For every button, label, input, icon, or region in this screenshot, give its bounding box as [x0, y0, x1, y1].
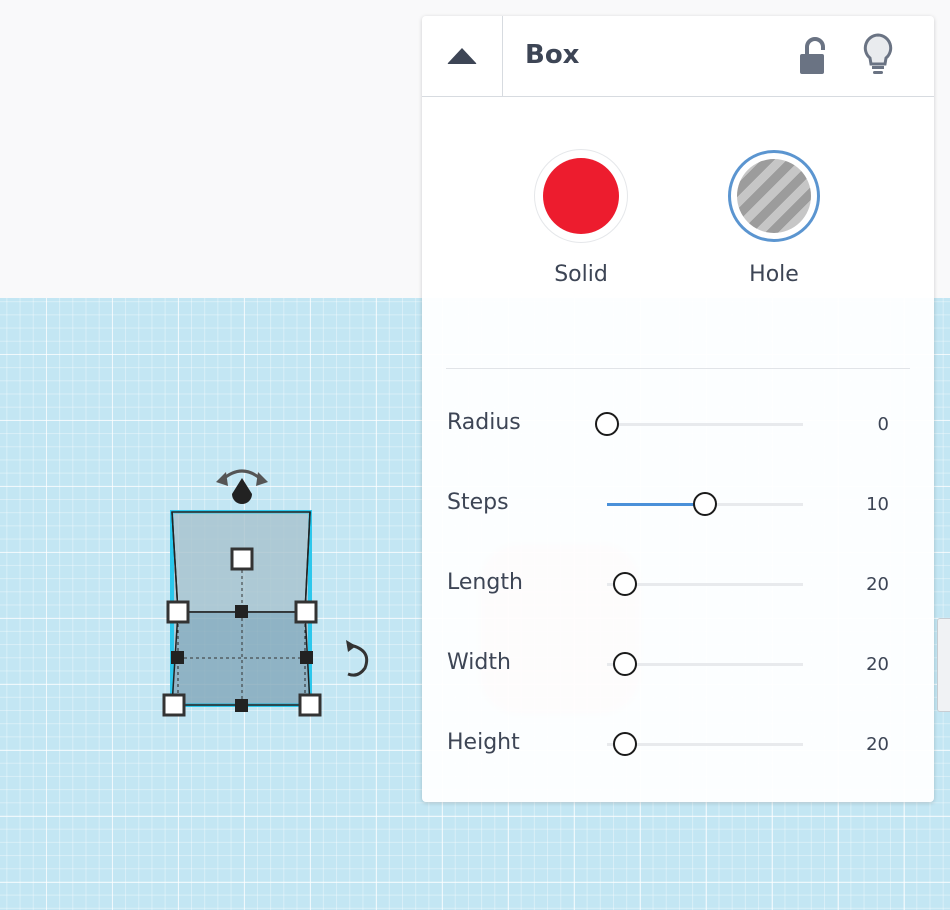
slider-thumb[interactable]: [612, 652, 637, 676]
slider-thumb[interactable]: [612, 572, 637, 596]
slider-fill: [607, 503, 705, 506]
length-slider[interactable]: [607, 572, 803, 596]
edge-handle-left[interactable]: [171, 651, 184, 664]
corner-handle-bottom-right[interactable]: [298, 693, 322, 717]
param-value-steps[interactable]: 10: [829, 494, 889, 515]
param-value-length[interactable]: 20: [829, 574, 889, 595]
slider-thumb[interactable]: [595, 412, 619, 436]
param-label-radius: Radius: [447, 410, 521, 435]
side-panel-tab[interactable]: [937, 618, 950, 712]
shape-inspector-panel: Box Solid Hole Radius 0 Steps 10 Length …: [422, 16, 934, 802]
param-label-steps: Steps: [447, 490, 509, 515]
param-label-length: Length: [447, 570, 523, 595]
edge-handle-right[interactable]: [300, 651, 313, 664]
section-divider: [446, 368, 910, 369]
edge-handle-bottom[interactable]: [235, 699, 248, 712]
lightbulb-icon: [863, 33, 893, 74]
edge-handle-top[interactable]: [235, 605, 248, 618]
width-slider[interactable]: [607, 652, 803, 676]
param-row-radius: Radius 0: [447, 404, 889, 444]
selected-box-shape[interactable]: [150, 455, 390, 735]
shape-name[interactable]: Box: [525, 40, 579, 70]
corner-handle-top-right[interactable]: [294, 600, 318, 624]
lift-handle-icon[interactable]: [232, 478, 252, 504]
hole-pattern-swatch[interactable]: [728, 150, 820, 242]
steps-slider[interactable]: [607, 492, 803, 516]
corner-handle-bottom-left[interactable]: [162, 693, 186, 717]
corner-handle-top-left[interactable]: [166, 600, 190, 624]
slider-thumb[interactable]: [693, 492, 717, 516]
hole-label: Hole: [749, 262, 799, 287]
height-handle[interactable]: [230, 547, 254, 571]
inspector-header: Box: [422, 16, 934, 97]
param-value-width[interactable]: 20: [829, 654, 889, 675]
radius-slider[interactable]: [595, 412, 803, 436]
unlocked-padlock-icon: [800, 37, 825, 74]
param-row-length: Length 20: [447, 564, 889, 604]
param-row-width: Width 20: [447, 644, 889, 684]
slider-thumb[interactable]: [612, 732, 637, 756]
solid-option[interactable]: Solid: [526, 150, 636, 287]
solid-color-swatch[interactable]: [535, 150, 627, 242]
param-row-height: Height 20: [447, 724, 889, 764]
triangle-up-icon: [447, 48, 477, 64]
rotate-handle-side-icon[interactable]: [346, 640, 369, 677]
param-row-steps: Steps 10: [447, 484, 889, 524]
param-value-height[interactable]: 20: [829, 734, 889, 755]
param-label-height: Height: [447, 730, 520, 755]
height-slider[interactable]: [607, 732, 803, 756]
param-label-width: Width: [447, 650, 511, 675]
hole-option[interactable]: Hole: [719, 150, 829, 287]
light-button[interactable]: [860, 32, 896, 78]
collapse-button[interactable]: [422, 16, 503, 96]
param-value-radius[interactable]: 0: [829, 414, 889, 435]
solid-label: Solid: [554, 262, 608, 287]
lock-button[interactable]: [794, 36, 830, 76]
